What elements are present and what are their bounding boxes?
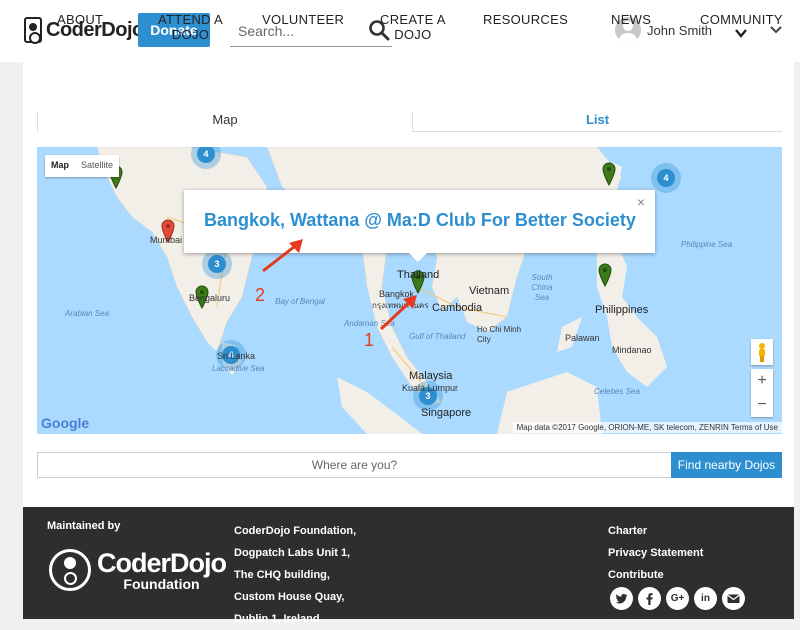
footer: Maintained by CoderDojo Foundation Coder… xyxy=(23,507,794,625)
tab-list[interactable]: List xyxy=(412,112,782,132)
map-label: Kuala Lumpur xyxy=(402,383,459,393)
address-line: The CHQ building, xyxy=(234,569,330,581)
tab-label: List xyxy=(585,112,610,127)
location-input[interactable] xyxy=(37,452,671,478)
map-label: South China Sea xyxy=(531,273,553,302)
map-type-toggle: Map Satellite xyxy=(45,155,120,177)
address-line: CoderDojo Foundation, xyxy=(234,525,357,537)
map-label: Malaysia xyxy=(409,370,453,382)
maintained-by-label: Maintained by xyxy=(47,520,121,532)
twitter-icon[interactable] xyxy=(610,587,633,610)
dojo-link[interactable]: Bangkok, Wattana @ Ma:D Club For Better … xyxy=(204,210,636,231)
info-window: Bangkok, Wattana @ Ma:D Club For Better … xyxy=(184,190,655,262)
nav-item-label: DOJO xyxy=(171,27,210,42)
coderdojo-logo-icon xyxy=(24,17,42,44)
map-label: Vietnam xyxy=(469,285,510,297)
map-pin-icon[interactable] xyxy=(602,162,616,186)
zoom-out-button[interactable]: − xyxy=(751,393,773,417)
map-label: Mindanao xyxy=(612,345,652,355)
nav-item-label: ATTEND A xyxy=(158,12,224,27)
map-label: Laccadive Sea xyxy=(212,364,265,373)
annotation-arrow-icon xyxy=(262,239,303,273)
foundation-brand-line1: CoderDojo xyxy=(97,547,227,578)
footer-address: CoderDojo Foundation, Dogpatch Labs Unit… xyxy=(234,520,356,630)
map-label: Bengaluru xyxy=(189,293,231,303)
foundation-brand-line2: Foundation xyxy=(123,575,200,592)
map-label: Singapore xyxy=(421,407,472,419)
address-line: Dogpatch Labs Unit 1, xyxy=(234,547,351,559)
footer-link-contribute[interactable]: Contribute xyxy=(608,564,703,586)
footer-link-charter[interactable]: Charter xyxy=(608,520,703,542)
coderdojo-logo-icon xyxy=(49,549,91,591)
annotation-label: 2 xyxy=(255,285,266,305)
view-tabs: Map List xyxy=(37,112,782,132)
footer-link-privacy[interactable]: Privacy Statement xyxy=(608,542,703,564)
map-label: Thailand xyxy=(397,269,440,281)
cluster-count: 4 xyxy=(657,169,675,187)
address-line: Custom House Quay, xyxy=(234,591,345,603)
address-line: Dublin 1, Ireland xyxy=(234,613,320,625)
nav-item-community[interactable]: COMMUNITY xyxy=(700,0,783,38)
nav-item-label: VOLUNTEER xyxy=(262,12,345,27)
linkedin-icon[interactable]: in xyxy=(694,587,717,610)
tab-map[interactable]: Map xyxy=(37,112,412,132)
map-label: Ho Chi Minh City xyxy=(477,325,522,344)
nav-item-resources[interactable]: RESOURCES xyxy=(483,0,568,27)
nav-item-label: COMMUNITY xyxy=(700,12,783,27)
facebook-icon[interactable] xyxy=(638,587,661,610)
cluster-count: 3 xyxy=(208,255,226,273)
nav-item-label: DOJO xyxy=(394,27,432,42)
map-label: Palawan xyxy=(565,333,600,343)
map-pin-icon[interactable] xyxy=(598,263,612,287)
nav-item-about[interactable]: ABOUT xyxy=(57,0,103,27)
marker-cluster[interactable]: 3 xyxy=(202,249,232,279)
cluster-count: 4 xyxy=(197,147,215,163)
map-label: Mumbai xyxy=(150,235,183,245)
footer-links: Charter Privacy Statement Contribute xyxy=(608,520,703,586)
annotation-arrow-icon xyxy=(379,295,417,331)
map-type-map-button[interactable]: Map xyxy=(45,155,75,177)
nav-item-news[interactable]: NEWS xyxy=(611,0,651,27)
coderdojo-foundation-logo[interactable]: CoderDojo Foundation xyxy=(49,547,227,592)
find-nearby-dojos-button[interactable]: Find nearby Dojos xyxy=(671,452,782,478)
nav-item-label: CREATE A xyxy=(380,12,446,27)
map-label: Celebes Sea xyxy=(594,387,640,396)
map-label: Gulf of Thailand xyxy=(409,332,466,341)
google-logo[interactable]: Google xyxy=(41,415,89,431)
email-icon[interactable] xyxy=(722,587,745,610)
close-icon[interactable]: × xyxy=(637,194,645,210)
tab-label: Map xyxy=(212,112,238,127)
zoom-control: + − xyxy=(751,369,773,417)
chevron-down-icon xyxy=(735,29,748,38)
map-type-satellite-button[interactable]: Satellite xyxy=(75,155,119,177)
nav-item-label: RESOURCES xyxy=(483,12,569,27)
pegman-icon xyxy=(759,343,765,362)
google-plus-icon[interactable]: G+ xyxy=(666,587,689,610)
dojo-map[interactable]: 4 4 3 4 3 Mumbai Bengaluru Sri Lanka Bay… xyxy=(37,147,782,434)
social-links: G+ in xyxy=(610,587,745,610)
map-label: Sri Lanka xyxy=(217,351,256,361)
nav-item-create-a-dojo[interactable]: CREATE A DOJO xyxy=(380,0,446,42)
map-label: Arabian Sea xyxy=(65,309,110,318)
marker-cluster[interactable]: 4 xyxy=(651,163,681,193)
nav-item-label: NEWS xyxy=(611,12,652,27)
map-label: Philippines xyxy=(595,304,649,316)
street-view-pegman[interactable] xyxy=(751,339,773,365)
nav-item-attend-a-dojo[interactable]: ATTEND A DOJO xyxy=(158,0,223,42)
nav-item-label: ABOUT xyxy=(57,12,104,27)
map-label: Bay of Bengal xyxy=(275,297,325,306)
nav-item-volunteer[interactable]: VOLUNTEER xyxy=(262,0,344,27)
map-attribution[interactable]: Map data ©2017 Google, ORION-ME, SK tele… xyxy=(512,422,782,433)
zoom-in-button[interactable]: + xyxy=(751,369,773,393)
map-label: Philippine Sea xyxy=(681,240,733,249)
annotation-label: 1 xyxy=(364,330,375,350)
map-label: Cambodia xyxy=(432,302,483,314)
